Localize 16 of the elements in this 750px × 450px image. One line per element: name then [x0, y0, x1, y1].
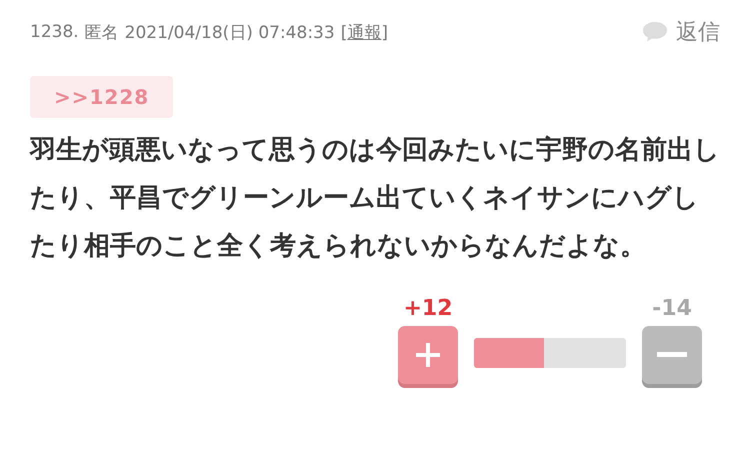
- minus-icon: [657, 352, 687, 358]
- speech-bubble-icon: [642, 21, 668, 43]
- post-date: 2021/04/18(日) 07:48:33: [124, 22, 335, 44]
- bracket: [: [340, 22, 348, 42]
- plus-button[interactable]: [398, 326, 458, 384]
- comment-number: 1238.: [30, 22, 79, 42]
- minus-count: -14: [652, 296, 692, 322]
- plus-icon: [414, 341, 442, 369]
- bracket: ]: [381, 22, 388, 42]
- reply-button[interactable]: 返信: [642, 17, 720, 47]
- author-name: 匿名: [84, 22, 119, 44]
- comment-body: 羽生が頭悪いなって思うのは今回みたいに宇野の名前出したり、平昌でグリーンルーム出ていくネイサンにハグしたり相手のこと全く考えられないからなんだよな。: [30, 134, 721, 263]
- plus-count: +12: [403, 296, 453, 322]
- reply-anchor-link[interactable]: >>1228: [30, 76, 174, 118]
- minus-button[interactable]: [642, 326, 702, 384]
- report-link[interactable]: 通報: [347, 22, 382, 42]
